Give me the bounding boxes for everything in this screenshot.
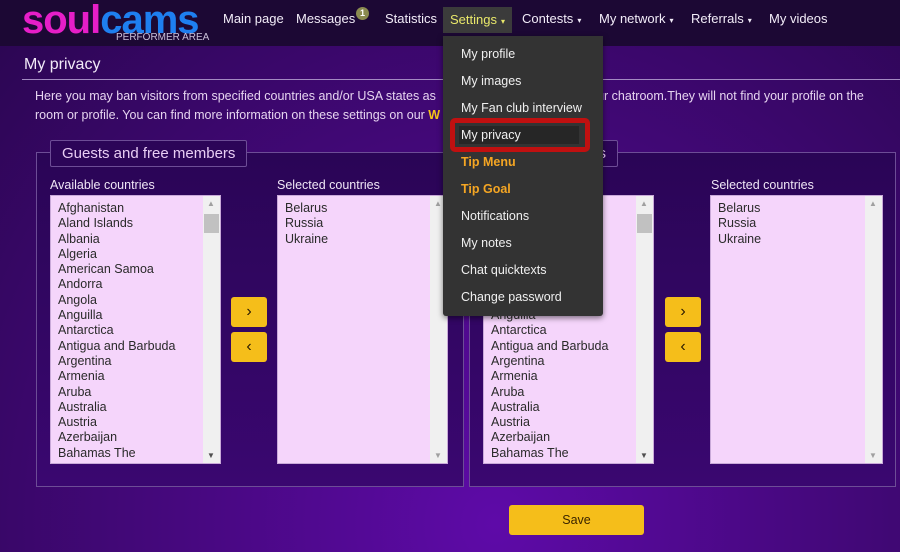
scroll-thumb[interactable] — [637, 214, 652, 233]
panel-legend: Guests and free members — [50, 140, 248, 167]
menu-item-tip-goal[interactable]: Tip Goal — [461, 182, 511, 196]
info-link[interactable]: W — [428, 108, 440, 122]
country-option[interactable]: Angola — [58, 293, 220, 308]
menu-item-fan-club-interview[interactable]: My Fan club interview — [461, 101, 582, 115]
country-option[interactable]: Argentina — [491, 354, 653, 369]
country-option[interactable]: Azerbaijan — [58, 430, 220, 445]
selected-countries-list[interactable]: Belarus Russia Ukraine ▲ ▼ — [710, 195, 883, 464]
country-option[interactable]: Antigua and Barbuda — [58, 339, 220, 354]
country-option[interactable]: Australia — [58, 400, 220, 415]
scroll-down-icon[interactable]: ▼ — [207, 451, 215, 460]
menu-item-my-privacy[interactable]: My privacy — [461, 128, 521, 142]
available-label: Available countries — [50, 178, 155, 192]
nav-settings[interactable]: Settings ▾ — [443, 7, 512, 33]
country-option[interactable]: Albania — [58, 232, 220, 247]
nav-my-network[interactable]: My network ▾ — [599, 0, 673, 38]
country-option[interactable]: American Samoa — [58, 262, 220, 277]
remove-country-button[interactable]: ‹ — [231, 332, 267, 362]
country-option[interactable]: Aruba — [491, 385, 653, 400]
country-option[interactable]: Austria — [58, 415, 220, 430]
nav-contests[interactable]: Contests ▾ — [522, 0, 581, 38]
menu-item-chat-quicktexts[interactable]: Chat quicktexts — [461, 263, 546, 277]
country-option[interactable]: Armenia — [58, 369, 220, 384]
country-option[interactable]: Argentina — [58, 354, 220, 369]
add-country-button[interactable]: › — [665, 297, 701, 327]
scroll-up-icon[interactable]: ▲ — [869, 199, 877, 208]
country-option[interactable]: Antarctica — [58, 323, 220, 338]
menu-item-change-password[interactable]: Change password — [461, 290, 562, 304]
selected-countries-list[interactable]: Belarus Russia Ukraine ▲ ▼ — [277, 195, 448, 464]
selected-label: Selected countries — [711, 178, 814, 192]
nav-messages[interactable]: Messages — [296, 0, 355, 38]
scrollbar[interactable]: ▲ ▼ — [203, 196, 220, 463]
scroll-thumb[interactable] — [204, 214, 219, 233]
country-option[interactable]: Russia — [718, 216, 882, 231]
scroll-up-icon[interactable]: ▲ — [640, 199, 648, 208]
scroll-up-icon[interactable]: ▲ — [207, 199, 215, 208]
nav-my-videos[interactable]: My videos — [769, 0, 828, 38]
country-option[interactable]: Andorra — [58, 277, 220, 292]
country-option[interactable]: Azerbaijan — [491, 430, 653, 445]
scroll-down-icon[interactable]: ▼ — [640, 451, 648, 460]
nav-referrals[interactable]: Referrals ▾ — [691, 0, 752, 38]
menu-item-my-profile[interactable]: My profile — [461, 47, 515, 61]
country-option[interactable]: Ukraine — [718, 232, 882, 247]
nav-statistics[interactable]: Statistics — [385, 0, 437, 38]
settings-dropdown-menu: My profile My images My Fan club intervi… — [443, 36, 603, 316]
caret-down-icon: ▾ — [577, 16, 582, 25]
menu-item-tip-menu[interactable]: Tip Menu — [461, 155, 516, 169]
available-countries-list[interactable]: AfghanistanAland IslandsAlbaniaAlgeriaAm… — [50, 195, 221, 464]
country-option[interactable]: Afghanistan — [58, 201, 220, 216]
scroll-down-icon[interactable]: ▼ — [434, 451, 442, 460]
country-option[interactable]: Belarus — [285, 201, 447, 216]
country-option[interactable]: Antarctica — [491, 323, 653, 338]
country-option[interactable]: Bahamas The — [491, 446, 653, 461]
menu-item-my-images[interactable]: My images — [461, 74, 521, 88]
caret-down-icon: ▾ — [669, 16, 674, 25]
menu-item-my-notes[interactable]: My notes — [461, 236, 512, 250]
scroll-up-icon[interactable]: ▲ — [434, 199, 442, 208]
scroll-down-icon[interactable]: ▼ — [869, 451, 877, 460]
save-button[interactable]: Save — [509, 505, 644, 535]
country-option[interactable]: Bahamas The — [58, 446, 220, 461]
country-option[interactable]: Armenia — [491, 369, 653, 384]
scrollbar[interactable]: ▲ ▼ — [865, 196, 882, 463]
scrollbar[interactable]: ▲ ▼ — [636, 196, 653, 463]
country-option[interactable]: Russia — [285, 216, 447, 231]
remove-country-button[interactable]: ‹ — [665, 332, 701, 362]
country-option[interactable]: Australia — [491, 400, 653, 415]
country-option[interactable]: Belarus — [718, 201, 882, 216]
country-option[interactable]: Antigua and Barbuda — [491, 339, 653, 354]
country-option[interactable]: Algeria — [58, 247, 220, 262]
caret-down-icon: ▾ — [500, 17, 505, 26]
menu-item-notifications[interactable]: Notifications — [461, 209, 529, 223]
page-title: My privacy — [24, 56, 101, 73]
messages-badge: 1 — [356, 7, 369, 20]
country-option[interactable]: Anguilla — [58, 308, 220, 323]
country-option[interactable]: Austria — [491, 415, 653, 430]
country-option[interactable]: Aruba — [58, 385, 220, 400]
caret-down-icon: ▾ — [747, 16, 752, 25]
logo-subtitle: PERFORMER AREA — [116, 32, 210, 43]
country-option[interactable]: Ukraine — [285, 232, 447, 247]
nav-main-page[interactable]: Main page — [223, 0, 284, 38]
selected-label: Selected countries — [277, 178, 380, 192]
add-country-button[interactable]: › — [231, 297, 267, 327]
country-option[interactable]: Aland Islands — [58, 216, 220, 231]
